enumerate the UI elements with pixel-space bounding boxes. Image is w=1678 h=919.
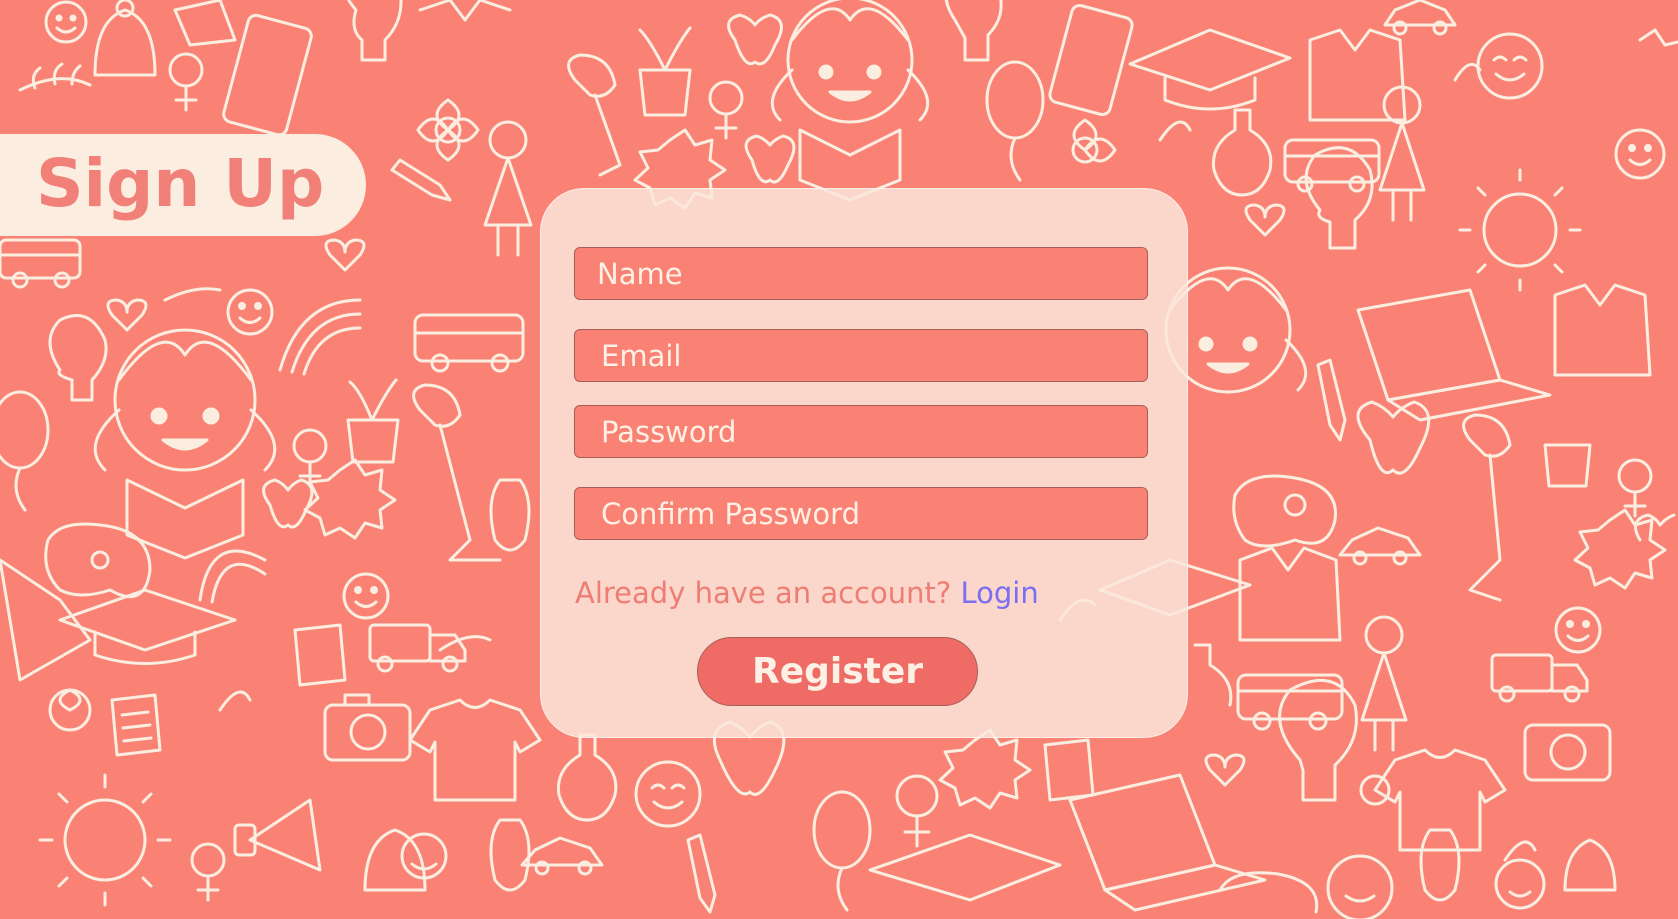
confirm-password-input[interactable] <box>574 487 1148 540</box>
email-input[interactable] <box>574 329 1148 382</box>
register-button[interactable]: Register <box>697 637 978 706</box>
girl-reading-icon <box>93 328 277 560</box>
rainbow-icon <box>198 298 362 604</box>
login-link[interactable]: Login <box>960 576 1038 610</box>
name-input[interactable] <box>574 247 1148 300</box>
login-prompt: Already have an account? Login <box>575 573 1039 613</box>
password-input[interactable] <box>574 405 1148 458</box>
page-title: Sign Up <box>36 145 325 222</box>
account-prompt-text: Already have an account? <box>575 576 952 610</box>
girl-reading-icon <box>770 0 930 202</box>
